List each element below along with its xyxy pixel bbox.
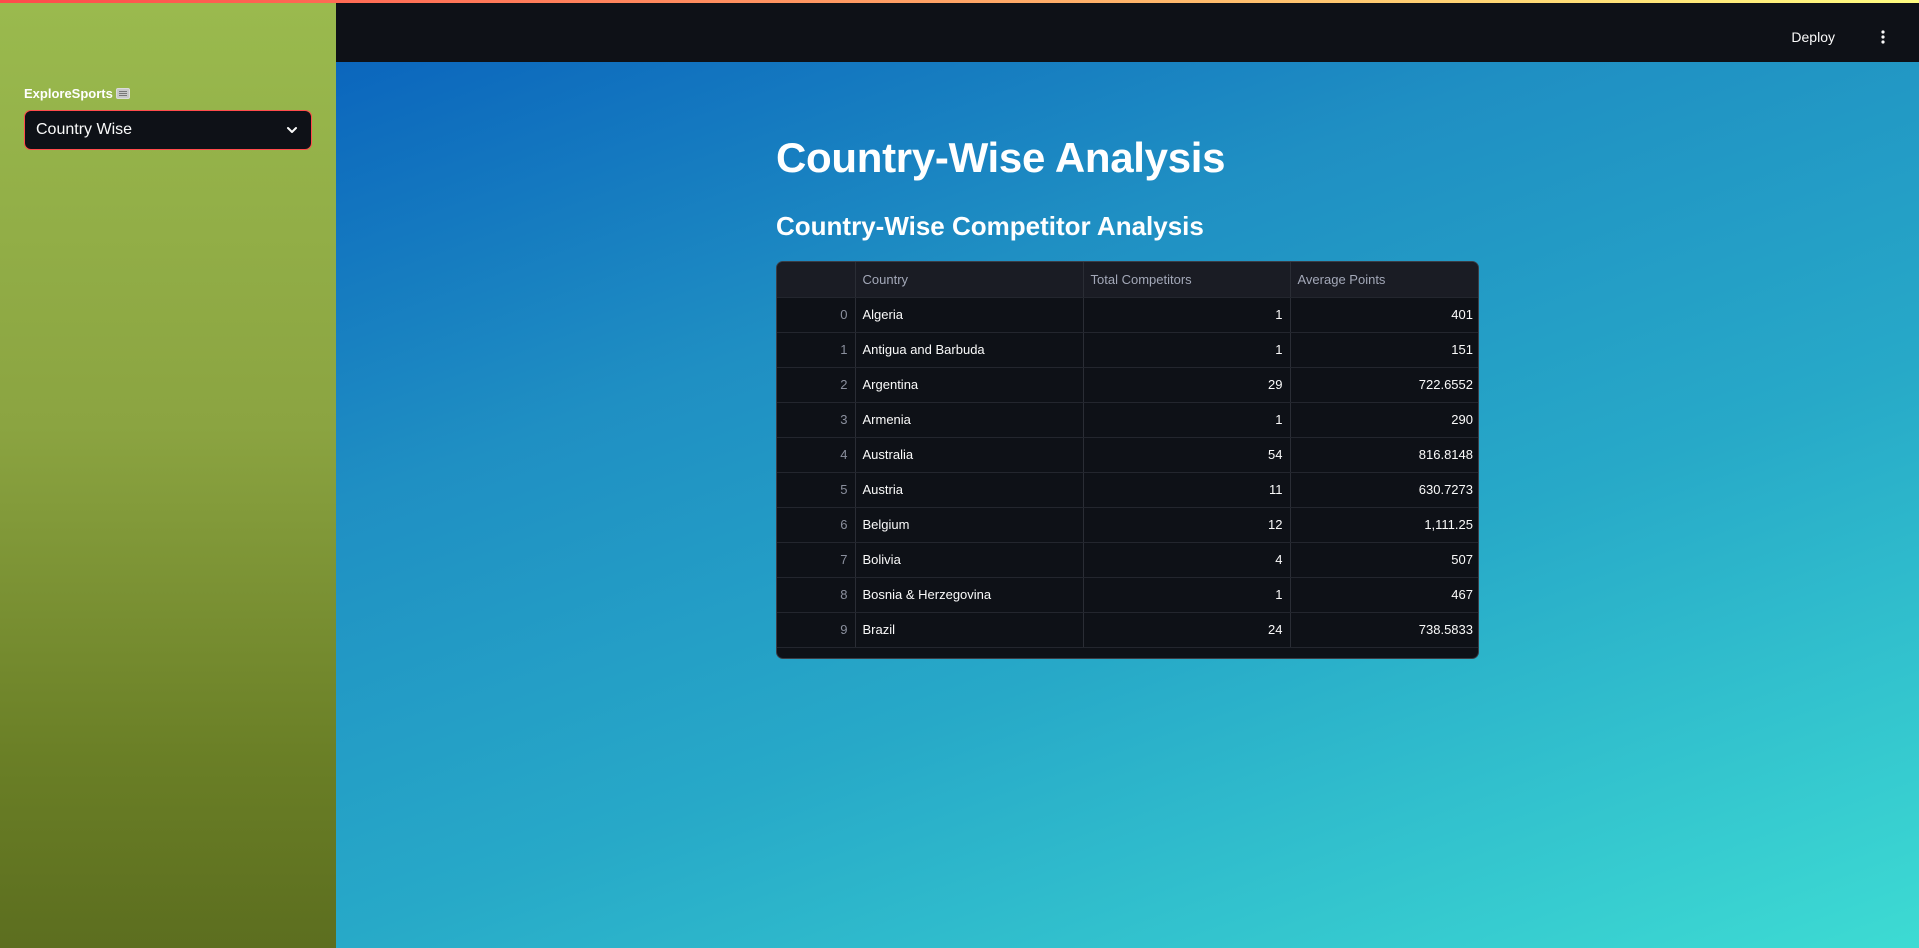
average-points-cell[interactable]: 1,111.25 [1290,507,1478,543]
country-cell[interactable]: Austria [855,472,1084,508]
vertical-ellipsis-icon[interactable] [1881,30,1885,49]
select-value: Country Wise [36,121,133,138]
deploy-button[interactable]: Deploy [1791,29,1835,45]
main-content: Country-Wise Analysis Country-Wise Compe… [336,62,1919,948]
average-points-cell[interactable]: 630.7273 [1290,472,1478,508]
table-row: 1 Antigua and Barbuda 1 151 [777,332,1478,368]
total-competitors-cell[interactable]: 1 [1083,577,1291,613]
row-index-cell[interactable]: 3 [777,402,856,438]
total-competitors-cell[interactable]: 4 [1083,542,1291,578]
row-index-cell[interactable]: 6 [777,507,856,543]
table-row: 6 Belgium 12 1,111.25 [777,507,1478,543]
row-index-cell[interactable]: 0 [777,297,856,333]
country-cell[interactable]: Australia [855,437,1084,473]
table-row: 2 Argentina 29 722.6552 [777,367,1478,403]
data-table: Country Total Competitors Average Points… [777,262,1478,648]
country-cell[interactable]: Bosnia & Herzegovina [855,577,1084,613]
average-points-cell[interactable]: 507 [1290,542,1478,578]
section-subtitle: Country-Wise Competitor Analysis [776,211,1204,241]
country-cell[interactable]: Belgium [855,507,1084,543]
country-cell[interactable]: Brazil [855,612,1084,648]
total-competitors-cell[interactable]: 1 [1083,402,1291,438]
average-points-cell[interactable]: 151 [1290,332,1478,368]
total-competitors-cell[interactable]: 11 [1083,472,1291,508]
country-cell[interactable]: Argentina [855,367,1084,403]
app-header: Deploy [336,3,1919,62]
column-header-country[interactable]: Country [855,262,1084,298]
total-competitors-cell[interactable]: 12 [1083,507,1291,543]
average-points-cell[interactable]: 816.8148 [1290,437,1478,473]
column-header-average-points[interactable]: Average Points [1290,262,1478,298]
average-points-cell[interactable]: 401 [1290,297,1478,333]
competitor-dataframe[interactable]: Country Total Competitors Average Points… [776,261,1479,659]
row-index-cell[interactable]: 8 [777,577,856,613]
total-competitors-cell[interactable]: 29 [1083,367,1291,403]
row-index-cell[interactable]: 1 [777,332,856,368]
column-header-index[interactable] [777,262,856,298]
total-competitors-cell[interactable]: 1 [1083,332,1291,368]
country-cell[interactable]: Antigua and Barbuda [855,332,1084,368]
table-row: 8 Bosnia & Herzegovina 1 467 [777,577,1478,613]
sidebar-label-text: ExploreSports [24,86,113,101]
table-header-row: Country Total Competitors Average Points [777,262,1478,298]
column-header-total-competitors[interactable]: Total Competitors [1083,262,1291,298]
average-points-cell[interactable]: 290 [1290,402,1478,438]
table-row: 7 Bolivia 4 507 [777,542,1478,578]
total-competitors-cell[interactable]: 24 [1083,612,1291,648]
page-title: Country-Wise Analysis [776,134,1226,181]
average-points-cell[interactable]: 738.5833 [1290,612,1478,648]
table-row: 9 Brazil 24 738.5833 [777,612,1478,648]
chevron-down-icon [285,123,299,137]
row-index-cell[interactable]: 9 [777,612,856,648]
analysis-type-select[interactable]: Country Wise [24,110,312,150]
country-cell[interactable]: Algeria [855,297,1084,333]
sidebar: ExploreSports Country Wise [0,0,336,948]
row-index-cell[interactable]: 7 [777,542,856,578]
table-row: 5 Austria 11 630.7273 [777,472,1478,508]
country-cell[interactable]: Bolivia [855,542,1084,578]
row-index-cell[interactable]: 4 [777,437,856,473]
row-index-cell[interactable]: 2 [777,367,856,403]
average-points-cell[interactable]: 467 [1290,577,1478,613]
country-cell[interactable]: Armenia [855,402,1084,438]
table-row: 3 Armenia 1 290 [777,402,1478,438]
keyboard-icon [115,88,130,99]
total-competitors-cell[interactable]: 54 [1083,437,1291,473]
top-decoration-bar [0,0,1919,3]
table-row: 4 Australia 54 816.8148 [777,437,1478,473]
row-index-cell[interactable]: 5 [777,472,856,508]
sidebar-select-label: ExploreSports [24,86,130,101]
average-points-cell[interactable]: 722.6552 [1290,367,1478,403]
table-row: 0 Algeria 1 401 [777,297,1478,333]
total-competitors-cell[interactable]: 1 [1083,297,1291,333]
